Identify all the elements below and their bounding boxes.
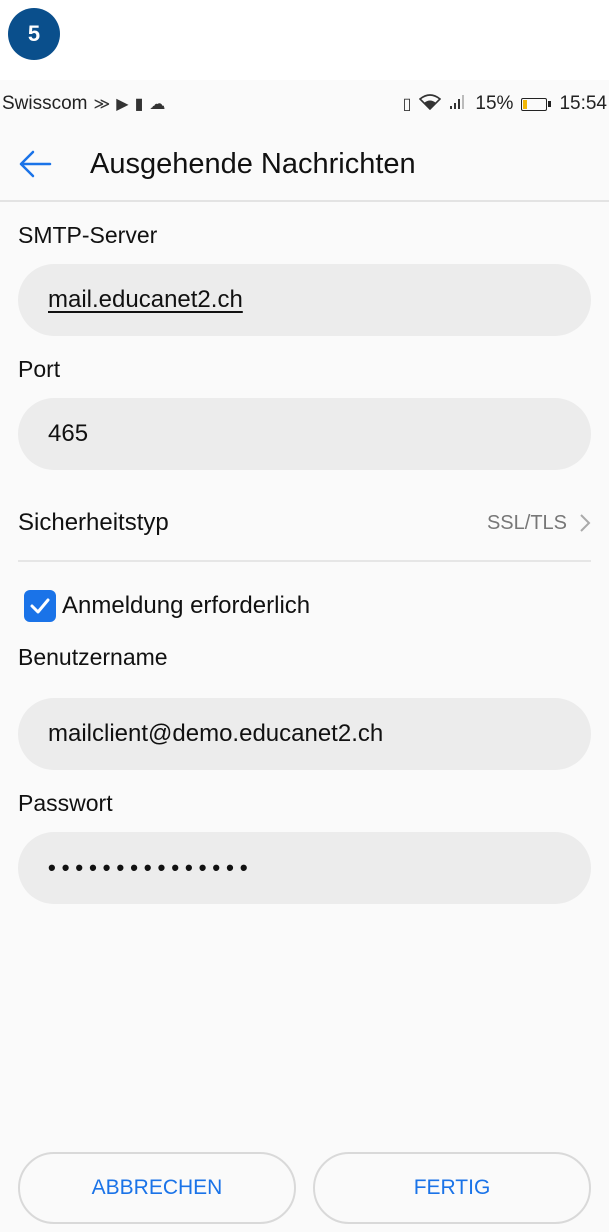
security-type-row[interactable]: Sicherheitstyp SSL/TLS — [18, 486, 591, 562]
clock: 15:54 — [559, 93, 607, 114]
port-label: Port — [18, 356, 61, 382]
status-bar: Swisscom ≫ ▶ ▮ ☁ ▯ 15% 15:54 — [0, 80, 609, 128]
password-value: ••••••••••••••• — [48, 855, 254, 880]
battery-fill — [523, 99, 528, 109]
username-value: mailclient@demo.educanet2.ch — [48, 720, 384, 747]
status-right: ▯ 15% 15:54 — [403, 93, 609, 115]
auth-required-label: Anmeldung erforderlich — [62, 592, 311, 619]
step-badge: 5 — [8, 8, 60, 60]
checkmark-icon — [30, 598, 50, 614]
smtp-server-input[interactable]: mail.educanet2.ch — [18, 264, 591, 336]
battery-percent: 15% — [475, 93, 514, 114]
chevron-right-icon — [580, 514, 591, 532]
back-arrow-icon — [19, 150, 52, 178]
smtp-server-label: SMTP-Server — [18, 222, 158, 248]
username-label: Benutzername — [18, 644, 168, 670]
page-title: Ausgehende Nachrichten — [90, 147, 416, 180]
auth-required-checkbox[interactable] — [24, 590, 56, 622]
auth-required-checkbox-row[interactable]: Anmeldung erforderlich — [18, 576, 591, 636]
cell-signal-icon — [449, 94, 467, 115]
username-input[interactable]: mailclient@demo.educanet2.ch — [18, 698, 591, 770]
signal-swirl-icon: ≫ — [93, 96, 111, 113]
password-label: Passwort — [18, 790, 113, 816]
sim-icon: ▮ — [134, 96, 144, 113]
port-value: 465 — [48, 420, 89, 447]
password-input[interactable]: ••••••••••••••• — [18, 832, 591, 904]
action-buttons: ABBRECHEN FERTIG — [0, 1152, 609, 1232]
port-input[interactable]: 465 — [18, 398, 591, 470]
status-left: Swisscom ≫ ▶ ▮ ☁ — [2, 93, 165, 115]
carrier-name: Swisscom — [2, 93, 88, 114]
back-button[interactable] — [0, 150, 90, 178]
settings-form: SMTP-Server mail.educanet2.ch Port 465 S… — [0, 202, 609, 904]
phone-screen: Swisscom ≫ ▶ ▮ ☁ ▯ 15% 15:54 Ausgehende … — [0, 80, 609, 1232]
security-type-value: SSL/TLS — [486, 511, 567, 534]
security-type-label: Sicherheitstyp — [18, 509, 169, 536]
done-button[interactable]: FERTIG — [313, 1152, 591, 1224]
cancel-button[interactable]: ABBRECHEN — [18, 1152, 296, 1224]
cloud-icon: ☁ — [149, 96, 166, 113]
wifi-icon — [419, 93, 442, 115]
play-store-icon: ▶ — [116, 96, 129, 113]
vibrate-icon: ▯ — [402, 96, 412, 113]
app-bar: Ausgehende Nachrichten — [0, 128, 609, 202]
smtp-server-value: mail.educanet2.ch — [48, 286, 243, 313]
battery-icon — [521, 97, 552, 111]
